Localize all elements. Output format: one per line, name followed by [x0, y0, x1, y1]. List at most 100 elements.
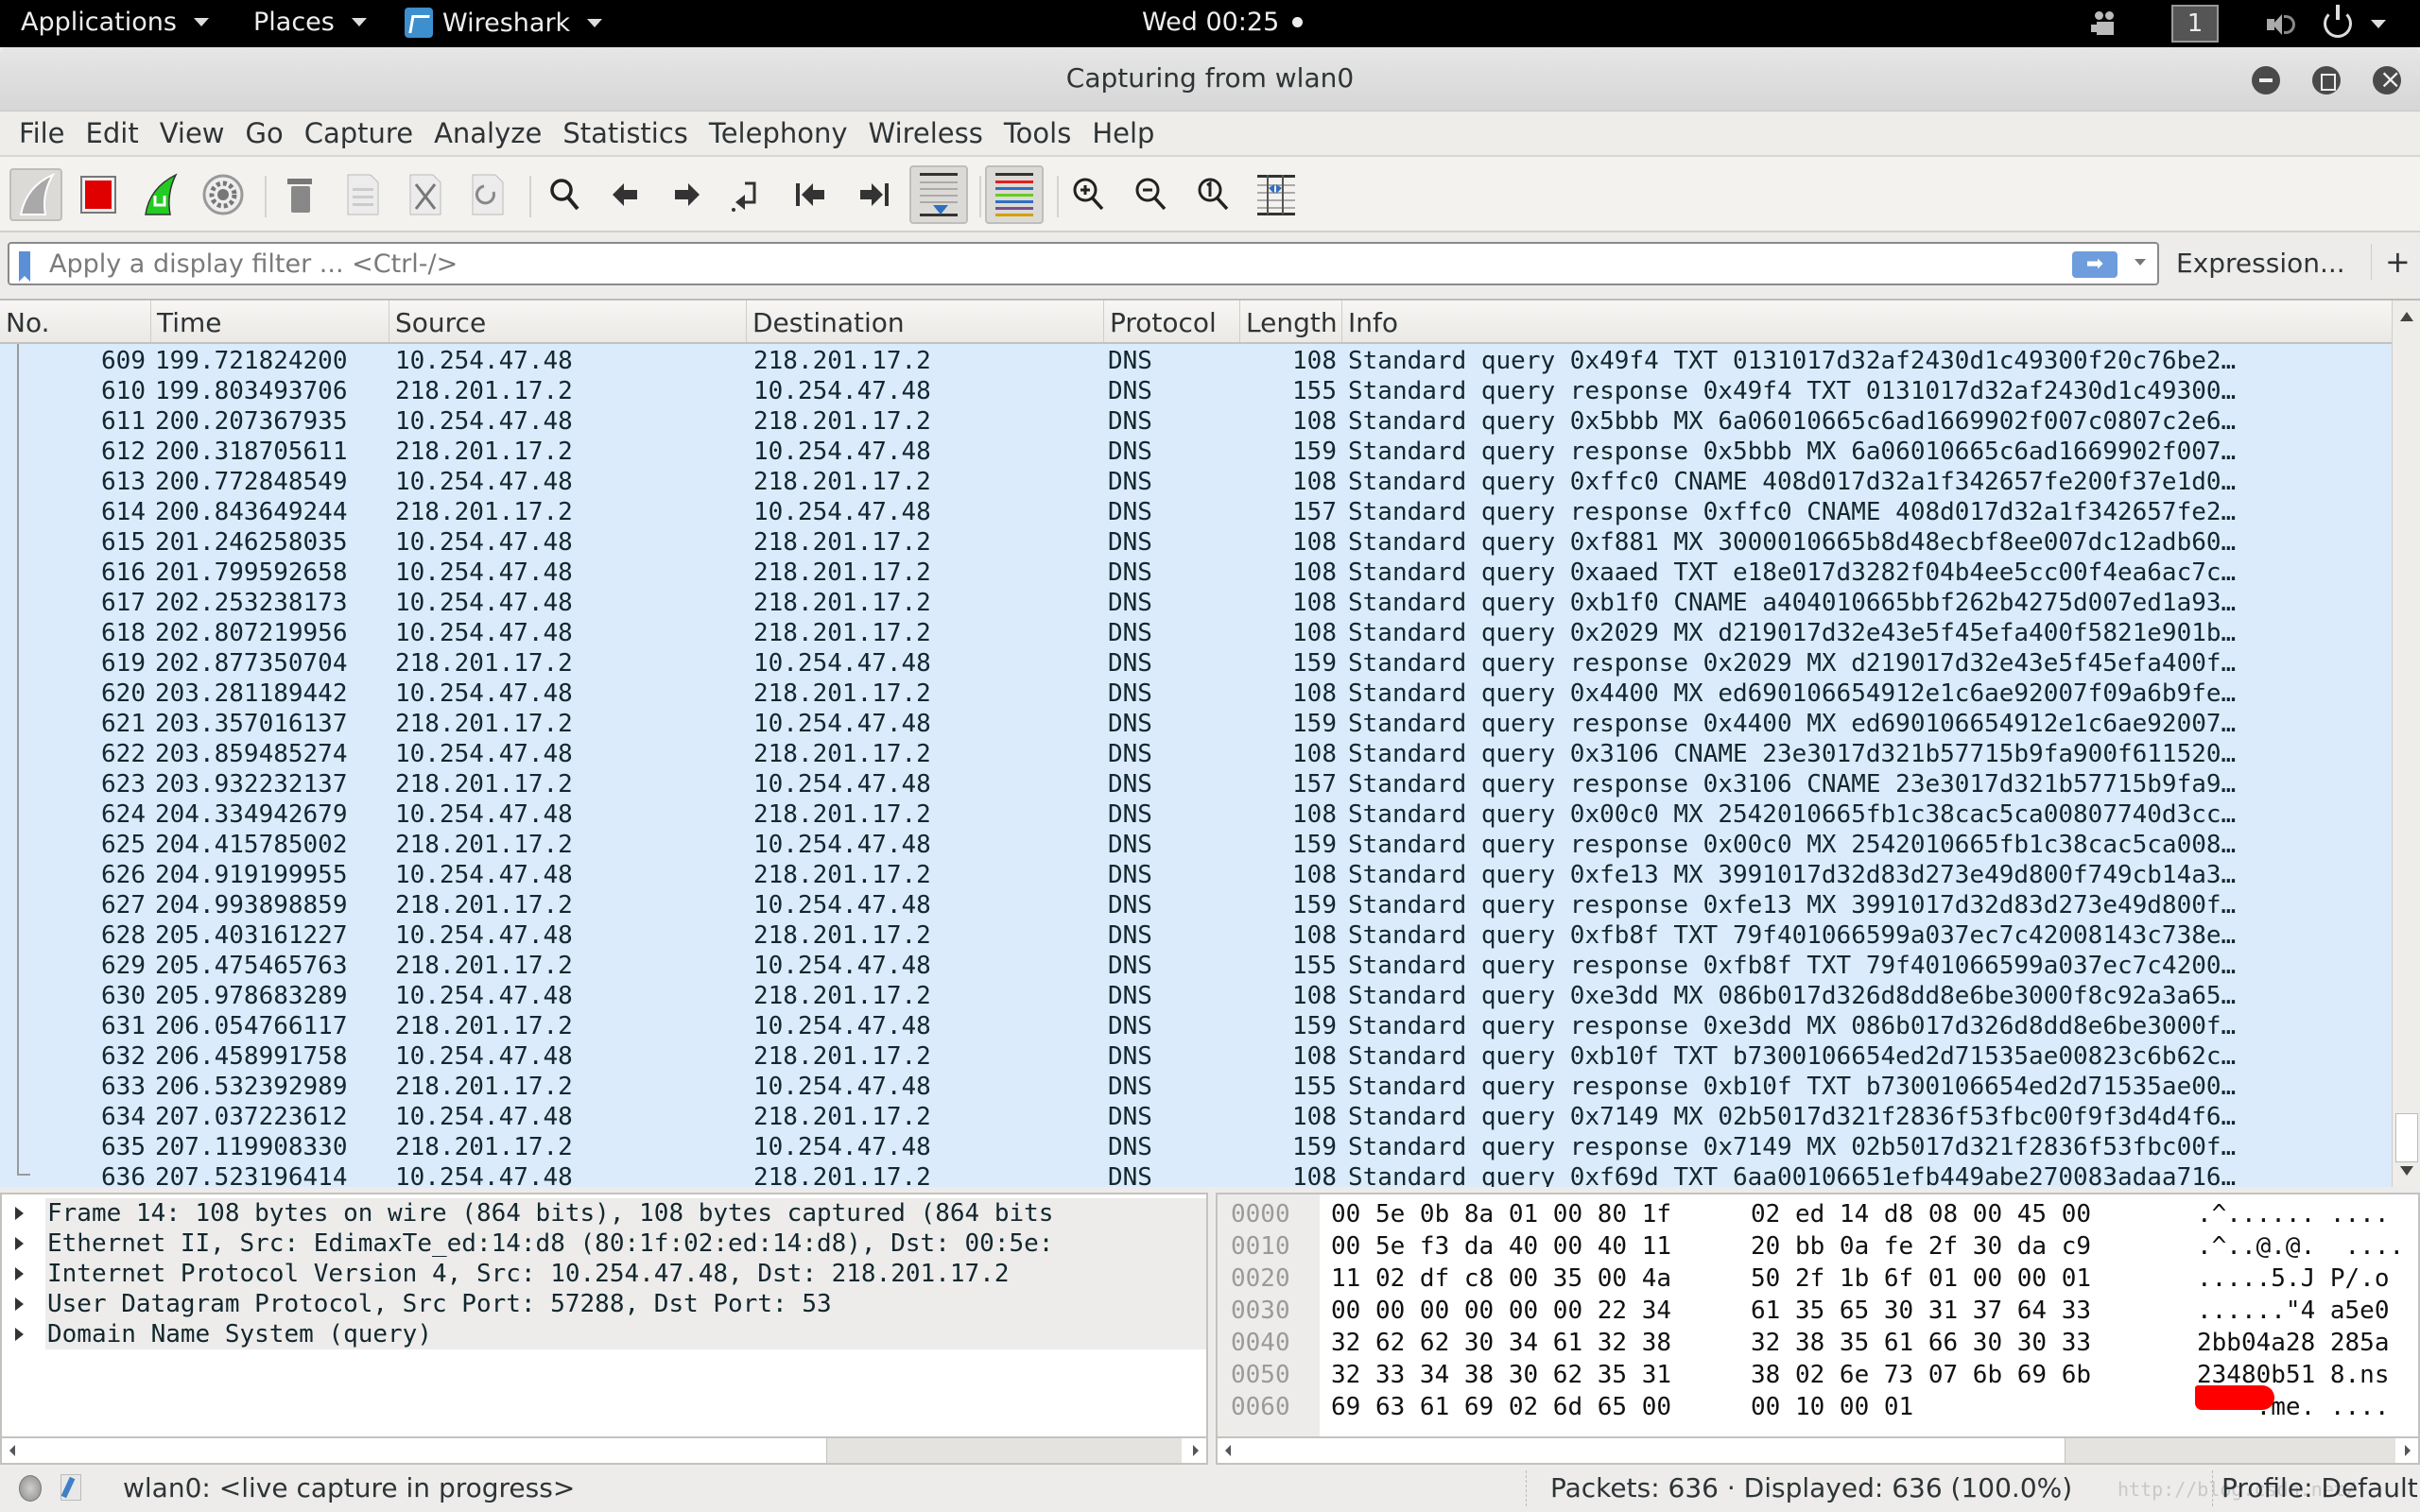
packet-row[interactable]: 622 203.859485274 10.254.47.48 218.201.17.2…: [0, 739, 2392, 769]
detail-row-ethernet[interactable]: Ethernet II, Src: EdimaxTe_ed:14:d8 (80:…: [2, 1228, 1206, 1259]
detail-row-frame[interactable]: Frame 14: 108 bytes on wire (864 bits), …: [2, 1198, 1206, 1228]
scrollbar-thumb[interactable]: [2395, 1113, 2418, 1162]
packet-row[interactable]: 624 204.334942679 10.254.47.48 218.201.17.2…: [0, 799, 2392, 830]
menu-go[interactable]: Go: [244, 112, 296, 155]
packet-row[interactable]: 632 206.458991758 10.254.47.48 218.201.17.2…: [0, 1041, 2392, 1072]
app-menu[interactable]: Wireshark: [405, 8, 603, 38]
last-packet-button[interactable]: [847, 168, 900, 221]
screen-recorder-icon[interactable]: [2091, 11, 2119, 36]
menu-help[interactable]: Help: [1090, 112, 1167, 155]
scroll-left-arrow-icon[interactable]: [1225, 1445, 1231, 1456]
menu-edit[interactable]: Edit: [84, 112, 151, 155]
open-file-button[interactable]: [274, 168, 327, 221]
resize-columns-button[interactable]: [1250, 168, 1303, 221]
system-menu-chevron-icon[interactable]: [2371, 20, 2386, 28]
close-window-button[interactable]: [2373, 63, 2401, 94]
clock[interactable]: Wed 00:25: [1142, 8, 1304, 37]
expand-arrow-icon[interactable]: [15, 1267, 24, 1280]
packet-row[interactable]: 621 203.357016137 218.201.17.2 10.254.47.48…: [0, 709, 2392, 739]
autoscroll-button[interactable]: [909, 165, 968, 224]
menu-statistics[interactable]: Statistics: [561, 112, 700, 155]
power-icon[interactable]: [2324, 5, 2352, 38]
scrollbar-thumb[interactable]: [2065, 1438, 2395, 1463]
scroll-up-arrow-icon[interactable]: [2400, 312, 2413, 321]
close-file-button[interactable]: [399, 168, 452, 221]
normal-size-button[interactable]: [1187, 168, 1240, 221]
packet-row[interactable]: 630 205.978683289 10.254.47.48 218.201.17.2…: [0, 981, 2392, 1011]
restart-capture-button[interactable]: [134, 168, 187, 221]
menu-analyze[interactable]: Analyze: [432, 112, 554, 155]
profile-selector[interactable]: Profile: Default: [2221, 1472, 2418, 1503]
packet-row[interactable]: 636 207.523196414 10.254.47.48 218.201.17.2…: [0, 1162, 2392, 1187]
column-header-source[interactable]: Source: [389, 301, 747, 342]
expert-info-indicator-icon[interactable]: [19, 1475, 42, 1502]
workspace-indicator[interactable]: 1: [2171, 5, 2219, 43]
menu-capture[interactable]: Capture: [302, 112, 425, 155]
packet-row[interactable]: 625 204.415785002 218.201.17.2 10.254.47.48…: [0, 830, 2392, 860]
expand-arrow-icon[interactable]: [15, 1207, 24, 1220]
packet-row[interactable]: 631 206.054766117 218.201.17.2 10.254.47.48…: [0, 1011, 2392, 1041]
menu-file[interactable]: File: [17, 112, 78, 155]
go-to-packet-button[interactable]: [720, 168, 773, 221]
packet-row[interactable]: 609 199.721824200 10.254.47.48 218.201.17.2…: [0, 346, 2392, 376]
maximize-button[interactable]: [2312, 66, 2341, 94]
detail-row-udp[interactable]: User Datagram Protocol, Src Port: 57288,…: [2, 1289, 1206, 1319]
packet-row[interactable]: 612 200.318705611 218.201.17.2 10.254.47.48…: [0, 437, 2392, 467]
column-header-length[interactable]: Length: [1240, 301, 1342, 342]
packet-row[interactable]: 610 199.803493706 218.201.17.2 10.254.47.48…: [0, 376, 2392, 406]
add-filter-button[interactable]: +: [2371, 244, 2411, 280]
places-menu[interactable]: Places: [253, 8, 367, 37]
find-packet-button[interactable]: [539, 168, 592, 221]
details-horizontal-scrollbar[interactable]: [0, 1436, 1208, 1465]
reload-file-button[interactable]: [461, 168, 514, 221]
packet-row[interactable]: 617 202.253238173 10.254.47.48 218.201.17.2…: [0, 588, 2392, 618]
detail-row-ipv4[interactable]: Internet Protocol Version 4, Src: 10.254…: [2, 1259, 1206, 1289]
packet-row[interactable]: 629 205.475465763 218.201.17.2 10.254.47.48…: [0, 951, 2392, 981]
packet-list-vertical-scrollbar[interactable]: [2392, 301, 2420, 1187]
detail-row-dns[interactable]: Domain Name System (query): [2, 1319, 1206, 1349]
scroll-right-arrow-icon[interactable]: [1193, 1445, 1199, 1456]
column-header-destination[interactable]: Destination: [747, 301, 1104, 342]
expand-arrow-icon[interactable]: [15, 1237, 24, 1250]
capture-options-button[interactable]: [197, 168, 250, 221]
column-header-time[interactable]: Time: [151, 301, 389, 342]
packet-row[interactable]: 633 206.532392989 218.201.17.2 10.254.47.48…: [0, 1072, 2392, 1102]
scroll-left-arrow-icon[interactable]: [9, 1445, 15, 1456]
first-packet-button[interactable]: [785, 168, 838, 221]
capture-comment-icon[interactable]: [60, 1474, 81, 1501]
display-filter-input[interactable]: Apply a display filter ... <Ctrl-/> ➡: [8, 242, 2159, 285]
packet-row[interactable]: 623 203.932232137 218.201.17.2 10.254.47.48…: [0, 769, 2392, 799]
colorize-button[interactable]: [985, 165, 1044, 224]
zoom-in-button[interactable]: [1063, 168, 1115, 221]
menu-view[interactable]: View: [158, 112, 237, 155]
expand-arrow-icon[interactable]: [15, 1328, 24, 1341]
packet-row[interactable]: 628 205.403161227 10.254.47.48 218.201.17.2…: [0, 920, 2392, 951]
packet-row[interactable]: 611 200.207367935 10.254.47.48 218.201.17.2…: [0, 406, 2392, 437]
volume-icon[interactable]: [2267, 12, 2299, 37]
apply-filter-button[interactable]: ➡: [2072, 251, 2118, 278]
start-capture-button[interactable]: [9, 168, 62, 221]
packet-row[interactable]: 614 200.843649244 218.201.17.2 10.254.47.48…: [0, 497, 2392, 527]
packet-row[interactable]: 618 202.807219956 10.254.47.48 218.201.17.2…: [0, 618, 2392, 648]
packet-row[interactable]: 613 200.772848549 10.254.47.48 218.201.17.2…: [0, 467, 2392, 497]
packet-row[interactable]: 616 201.799592658 10.254.47.48 218.201.17.2…: [0, 558, 2392, 588]
stop-capture-button[interactable]: [72, 168, 125, 221]
packet-row[interactable]: 634 207.037223612 10.254.47.48 218.201.17.2…: [0, 1102, 2392, 1132]
menu-tools[interactable]: Tools: [1002, 112, 1083, 155]
menu-telephony[interactable]: Telephony: [707, 112, 860, 155]
packet-row[interactable]: 635 207.119908330 218.201.17.2 10.254.47.48…: [0, 1132, 2392, 1162]
go-back-button[interactable]: [599, 168, 652, 221]
scroll-down-arrow-icon[interactable]: [2400, 1166, 2413, 1176]
bookmark-icon[interactable]: [19, 251, 30, 282]
go-forward-button[interactable]: [660, 168, 713, 221]
packet-row[interactable]: 620 203.281189442 10.254.47.48 218.201.17.2…: [0, 679, 2392, 709]
expression-button[interactable]: Expression...: [2176, 248, 2345, 279]
zoom-out-button[interactable]: [1125, 168, 1178, 221]
minimize-button[interactable]: [2252, 66, 2280, 94]
column-header-info[interactable]: Info: [1342, 301, 2392, 342]
packet-row[interactable]: 626 204.919199955 10.254.47.48 218.201.17.2…: [0, 860, 2392, 890]
column-header-no[interactable]: No.: [0, 301, 151, 342]
column-header-protocol[interactable]: Protocol: [1104, 301, 1240, 342]
save-file-button[interactable]: [337, 168, 389, 221]
packet-row[interactable]: 619 202.877350704 218.201.17.2 10.254.47.48…: [0, 648, 2392, 679]
